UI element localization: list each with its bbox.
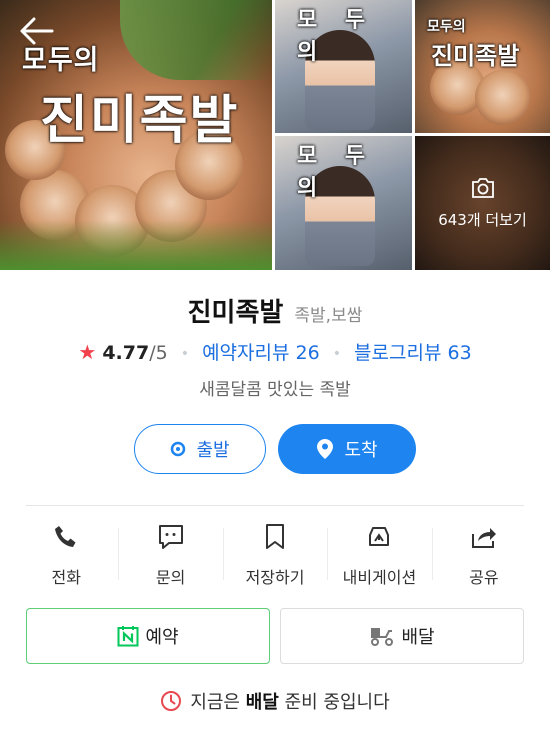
- inquiry-button[interactable]: 문의: [118, 520, 222, 592]
- photo-thumbnail[interactable]: 모 두 의: [275, 0, 412, 133]
- chat-icon: [157, 520, 185, 554]
- separator-dot: •: [332, 345, 341, 362]
- photo-caption-big: 진미족발: [40, 91, 240, 151]
- delivery-scooter-icon: [369, 625, 395, 647]
- arrive-label: 도착: [344, 440, 378, 461]
- action-label: 전화: [51, 568, 81, 587]
- origin-dot-icon: [170, 441, 186, 457]
- delivery-button[interactable]: 배달: [280, 608, 524, 664]
- place-category: 족발,보쌈: [294, 306, 363, 326]
- status-suffix: 준비 중입니다: [284, 692, 390, 713]
- navigation-icon: [365, 520, 393, 554]
- more-photos-label: 643개 더보기: [438, 210, 527, 229]
- depart-label: 출발: [196, 440, 230, 461]
- location-pin-icon: [316, 438, 334, 460]
- blog-review-link[interactable]: 블로그리뷰 63: [354, 342, 472, 364]
- navigation-button[interactable]: 내비게이션: [327, 520, 431, 592]
- action-label: 공유: [469, 568, 499, 587]
- photo-caption: 모 두 의: [297, 144, 376, 201]
- visitor-review-link[interactable]: 예약자리뷰 26: [202, 342, 320, 364]
- reserve-button[interactable]: 예약: [26, 608, 270, 664]
- reserve-label: 예약: [145, 627, 179, 648]
- phone-icon: [53, 520, 79, 554]
- photo-thumbnail[interactable]: 모두의 진미족발: [415, 0, 550, 133]
- photo-caption-big: 진미족발: [431, 42, 520, 70]
- depart-button[interactable]: 출발: [134, 424, 266, 474]
- action-label: 문의: [155, 568, 186, 587]
- place-name: 진미족발: [187, 298, 284, 328]
- photo-thumbnail[interactable]: 모 두 의: [275, 136, 412, 270]
- delivery-status: 지금은 배달 준비 중입니다: [0, 688, 550, 714]
- pork-slice: [475, 70, 530, 125]
- lettuce-garnish: [0, 220, 272, 270]
- call-button[interactable]: 전화: [14, 520, 118, 592]
- save-button[interactable]: 저장하기: [222, 520, 327, 592]
- place-header: 진미족발 족발,보쌈: [0, 292, 550, 329]
- status-prefix: 지금은: [190, 692, 240, 713]
- more-photos-button[interactable]: 643개 더보기: [415, 136, 550, 270]
- divider: [26, 505, 524, 506]
- star-icon: ★: [78, 340, 97, 364]
- place-description: 새콤달콤 맛있는 족발: [199, 380, 351, 400]
- rating-max: /5: [149, 342, 168, 364]
- naver-booking-icon: [117, 625, 139, 647]
- back-arrow-icon: [20, 17, 54, 45]
- place-stats: ★ 4.77/5 • 예약자리뷰 26 • 블로그리뷰 63: [0, 338, 550, 365]
- clock-icon: [160, 690, 182, 712]
- delivery-label: 배달: [401, 627, 435, 648]
- back-button[interactable]: [18, 16, 54, 46]
- vegetable-garnish: [120, 0, 272, 80]
- photo-gallery: 모두의 진미족발 모 두 의 모두의 진미족발 모 두 의 643개 더보기: [0, 0, 550, 270]
- share-button[interactable]: 공유: [431, 520, 536, 592]
- camera-icon: [470, 177, 496, 209]
- action-bar: 전화 문의 저장하기 내비게이션 공유: [14, 520, 536, 592]
- photo-caption: 모 두 의: [297, 8, 376, 65]
- arrive-button[interactable]: 도착: [278, 424, 416, 474]
- bookmark-icon: [264, 520, 286, 554]
- separator-dot: •: [180, 345, 190, 362]
- status-highlight: 배달: [245, 692, 279, 713]
- share-icon: [470, 520, 498, 554]
- action-label: 내비게이션: [342, 568, 417, 587]
- photo-caption-small: 모두의: [427, 19, 466, 35]
- action-label: 저장하기: [245, 568, 305, 587]
- rating-value: 4.77: [102, 342, 150, 364]
